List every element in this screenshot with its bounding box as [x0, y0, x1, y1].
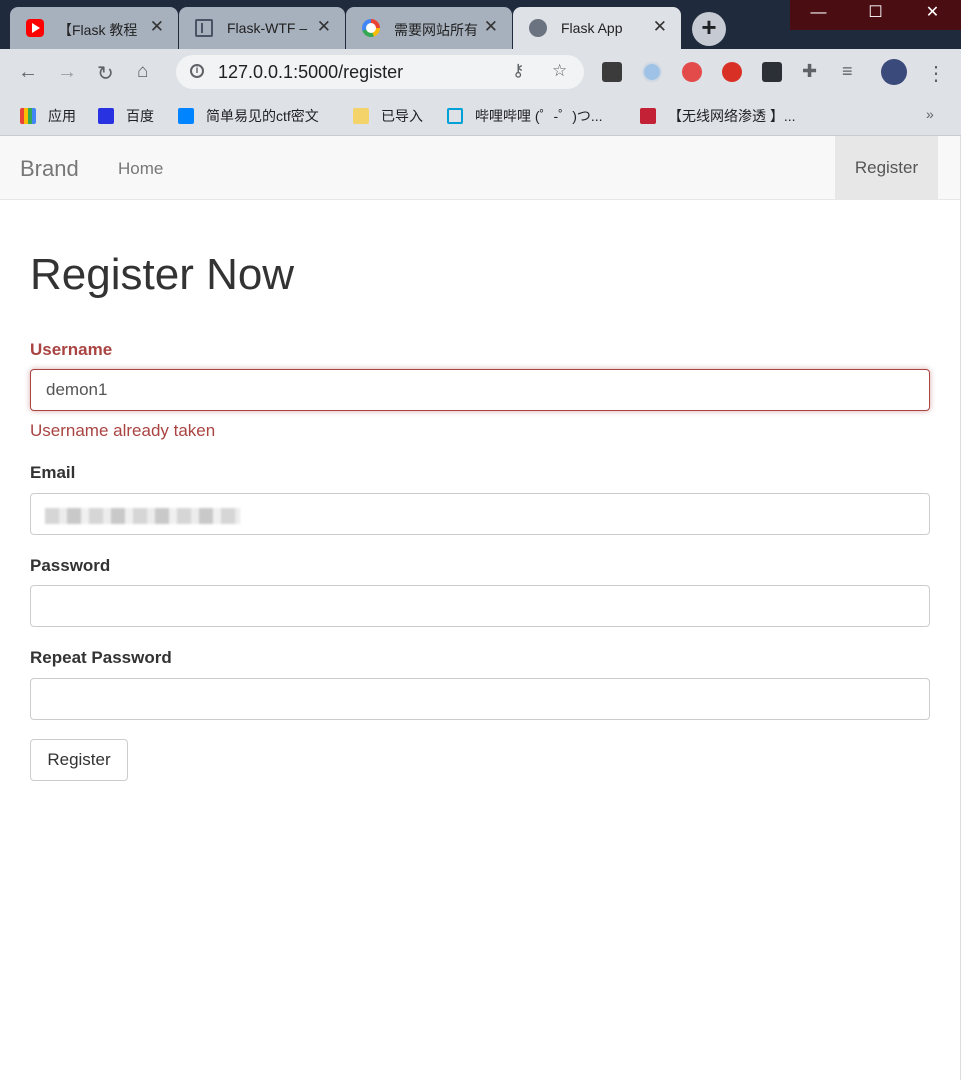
translate-extension-icon[interactable]	[602, 62, 622, 82]
register-submit-button[interactable]: Register	[30, 739, 128, 781]
redacted-email-value	[45, 508, 240, 524]
apps-grid-icon	[20, 108, 36, 124]
nav-register-link[interactable]: Register	[835, 136, 938, 200]
close-window-button[interactable]: ✕	[904, 0, 961, 30]
close-tab-icon[interactable]: ✕	[317, 17, 331, 37]
red-shield-extension-icon[interactable]	[682, 62, 702, 82]
key-icon[interactable]: ⚷	[512, 61, 524, 81]
bookmark-label: 百度	[126, 108, 154, 124]
site-info-icon[interactable]: i	[190, 64, 204, 78]
home-icon[interactable]: ⌂	[137, 61, 148, 83]
address-bar[interactable]: i 127.0.0.1:5000/register ⚷ ☆	[176, 55, 584, 89]
close-tab-icon[interactable]: ✕	[484, 17, 498, 37]
repeat-password-label: Repeat Password	[30, 648, 172, 667]
tab-title: 【Flask 教程	[58, 22, 138, 38]
bookmark-wireless[interactable]: 【无线网络渗透 】...	[640, 106, 796, 126]
zhihu-icon	[178, 108, 194, 124]
csdn-icon	[640, 108, 656, 124]
browser-toolbar: ← → ↻ ⌂ i 127.0.0.1:5000/register ⚷ ☆ ✚ …	[0, 49, 961, 96]
url-text[interactable]: 127.0.0.1:5000/register	[218, 62, 403, 83]
reload-icon[interactable]: ↻	[97, 61, 114, 86]
new-tab-button[interactable]: +	[692, 12, 726, 46]
youtube-icon	[26, 19, 44, 37]
page-title: Register Now	[30, 250, 295, 299]
bilibili-icon	[447, 108, 463, 124]
google-icon	[362, 19, 380, 37]
password-input[interactable]	[30, 585, 930, 627]
baidu-icon	[98, 108, 114, 124]
menu-kebab-icon[interactable]: ⋮	[926, 61, 946, 86]
browser-tab-strip: 【Flask 教程 ✕ Flask-WTF – ✕ 需要网站所有 ✕ Flask…	[0, 0, 961, 49]
close-tab-icon[interactable]: ✕	[150, 17, 164, 37]
folder-icon	[353, 108, 369, 124]
username-error-message: Username already taken	[30, 421, 216, 440]
forward-arrow-icon[interactable]: →	[57, 61, 77, 84]
browser-tab-flask-tutorial[interactable]: 【Flask 教程 ✕	[10, 7, 178, 49]
bookmark-baidu[interactable]: 百度	[98, 106, 154, 126]
document-icon	[195, 19, 213, 37]
bookmark-star-icon[interactable]: ☆	[552, 61, 567, 81]
profile-avatar[interactable]	[881, 59, 907, 85]
x-extension-icon[interactable]	[762, 62, 782, 82]
minimize-button[interactable]: —	[790, 0, 847, 30]
nav-home-link[interactable]: Home	[118, 159, 163, 179]
tab-title: 需要网站所有	[394, 22, 478, 38]
extensions-puzzle-icon[interactable]: ✚	[802, 61, 817, 82]
maximize-button[interactable]: ☐	[847, 0, 904, 30]
close-tab-icon[interactable]: ✕	[653, 17, 667, 37]
repeat-password-input[interactable]	[30, 678, 930, 720]
bookmarks-bar: 应用 百度 简单易见的ctf密文 已导入 哔哩哔哩 (゜-゜)つ... 【无线网…	[0, 96, 961, 136]
username-label: Username	[30, 340, 113, 359]
tab-title: Flask App	[561, 20, 623, 36]
email-input[interactable]	[30, 493, 930, 535]
browser-tab-google[interactable]: 需要网站所有 ✕	[346, 7, 512, 49]
bookmark-label: 简单易见的ctf密文	[206, 108, 319, 124]
username-input[interactable]: demon1	[30, 369, 930, 411]
adblock-extension-icon[interactable]	[722, 62, 742, 82]
reading-list-icon[interactable]: ≡	[842, 61, 853, 82]
page-viewport: Brand Home Register Register Now Usernam…	[0, 136, 961, 1080]
bookmark-label: 哔哩哔哩 (゜-゜)つ...	[475, 108, 603, 124]
globe-icon	[529, 19, 547, 37]
bookmark-label: 已导入	[381, 108, 423, 124]
tab-title: Flask-WTF –	[227, 20, 308, 36]
browser-tab-flask-app[interactable]: Flask App ✕	[513, 7, 681, 49]
bookmark-label: 【无线网络渗透 】...	[668, 108, 796, 124]
bookmark-bilibili[interactable]: 哔哩哔哩 (゜-゜)つ...	[447, 106, 603, 126]
back-arrow-icon[interactable]: ←	[18, 61, 38, 84]
bookmarks-overflow-button[interactable]: »	[926, 106, 934, 122]
bookmark-ctf[interactable]: 简单易见的ctf密文	[178, 106, 319, 126]
circle-extension-icon[interactable]	[642, 62, 662, 82]
site-navbar: Brand Home Register	[0, 136, 960, 200]
bookmark-label: 应用	[48, 108, 76, 124]
browser-tab-flask-wtf[interactable]: Flask-WTF – ✕	[179, 7, 345, 49]
password-label: Password	[30, 556, 111, 575]
email-label: Email	[30, 463, 76, 482]
bookmark-apps[interactable]: 应用	[20, 106, 76, 126]
bookmark-imported[interactable]: 已导入	[353, 106, 423, 126]
brand-link[interactable]: Brand	[20, 156, 79, 182]
